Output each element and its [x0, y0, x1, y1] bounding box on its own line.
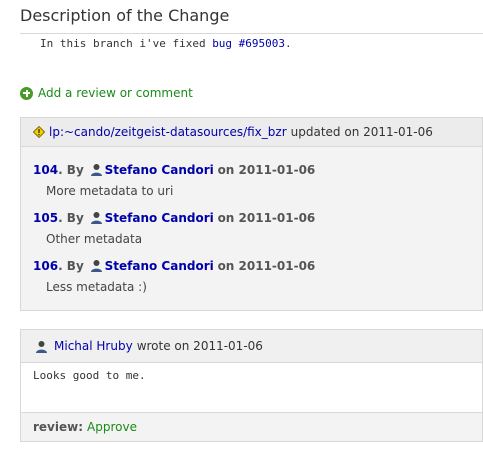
branch-link[interactable]: lp:~cando/zeitgeist-datasources/fix_bzr [49, 125, 287, 139]
revision-message: Less metadata :) [46, 280, 147, 294]
revision-106: 106. By Stefano Candori on 2011-01-06 [33, 259, 315, 273]
add-review-link[interactable]: Add a review or comment [20, 86, 193, 100]
revision-number-link[interactable]: 105 [33, 211, 58, 225]
branch-update-header: lp:~cando/zeitgeist-datasources/fix_bzr … [21, 118, 482, 147]
branch-updated-text: updated on 2011-01-06 [290, 125, 433, 139]
comment-author-link[interactable]: Michal Hruby [54, 339, 133, 353]
revision-by: . By [58, 163, 84, 177]
description-suffix: . [285, 37, 292, 50]
revision-104: 104. By Stefano Candori on 2011-01-06 [33, 163, 315, 177]
revision-number-link[interactable]: 104 [33, 163, 58, 177]
comment-body: Looks good to me. [33, 369, 146, 382]
bug-link[interactable]: bug #695003 [212, 37, 285, 50]
review-label: review: [33, 420, 84, 434]
add-icon [20, 86, 33, 100]
comment-footer: review: Approve [21, 412, 482, 441]
revision-105: 105. By Stefano Candori on 2011-01-06 [33, 211, 315, 225]
revision-by: . By [58, 211, 84, 225]
person-icon [90, 164, 102, 176]
title-divider [20, 33, 483, 34]
revision-date: on 2011-01-06 [217, 259, 316, 273]
description-prefix: In this branch i've fixed [40, 37, 213, 50]
revision-date: on 2011-01-06 [217, 163, 316, 177]
person-icon [36, 340, 47, 353]
person-icon [90, 260, 102, 272]
revision-number-link[interactable]: 106 [33, 259, 58, 273]
revision-date: on 2011-01-06 [217, 211, 316, 225]
review-status: Approve [87, 420, 137, 434]
revision-author-link[interactable]: Stefano Candori [105, 163, 214, 177]
revision-by: . By [58, 259, 84, 273]
comment-header: Michal Hruby wrote on 2011-01-06 [21, 330, 482, 363]
branch-update-box: lp:~cando/zeitgeist-datasources/fix_bzr … [20, 117, 483, 311]
revision-author-link[interactable]: Stefano Candori [105, 211, 214, 225]
comment-wrote-text: wrote on 2011-01-06 [136, 339, 263, 353]
person-icon [90, 212, 102, 224]
revision-message: Other metadata [46, 232, 143, 246]
revision-message: More metadata to uri [46, 184, 174, 198]
warning-diamond-icon [33, 126, 45, 138]
page-title: Description of the Change [20, 6, 230, 25]
add-review-label: Add a review or comment [38, 86, 193, 100]
comment-box: Michal Hruby wrote on 2011-01-06 Looks g… [20, 329, 483, 442]
description-text: In this branch i've fixed bug #695003. [40, 37, 292, 50]
revision-author-link[interactable]: Stefano Candori [105, 259, 214, 273]
